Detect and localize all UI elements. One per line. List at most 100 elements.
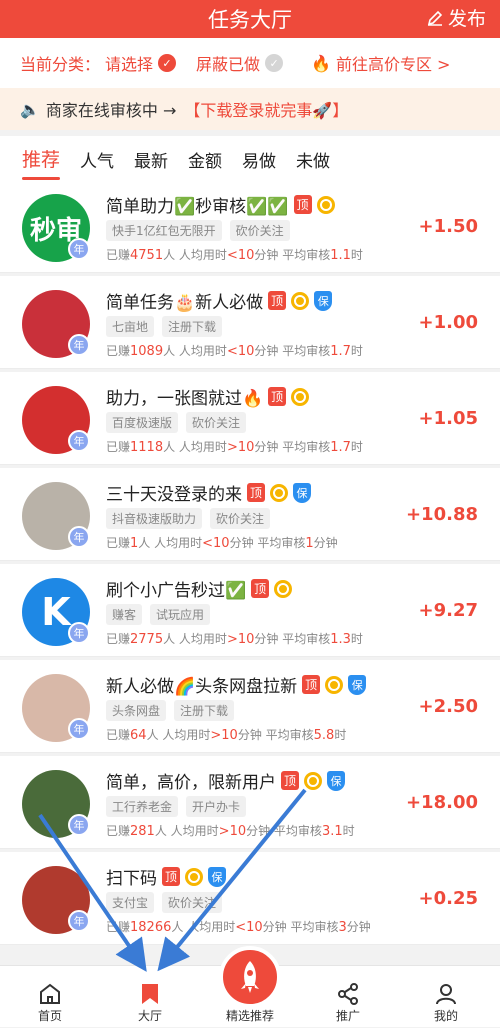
top-bar: 任务大厅 发布: [0, 0, 500, 38]
task-title-row: 简单任务🎂新人必做顶 保: [106, 288, 333, 313]
tab-easy[interactable]: 易做: [242, 147, 276, 180]
task-tag: 开户办卡: [186, 796, 247, 817]
premium-label: 前往高价专区 >: [335, 55, 451, 74]
task-tags: 头条网盘 注册下载: [106, 700, 235, 721]
task-stats: 已赚1118人 人均用时>10分钟 平均审核1.7时: [106, 440, 363, 455]
top-badge: 顶: [281, 771, 300, 790]
premium-zone-link[interactable]: 🔥 前往高价专区 >: [311, 51, 450, 75]
review-unit: 时: [350, 632, 363, 646]
task-price: +9.27: [418, 600, 479, 621]
year-badge-icon: 年: [68, 814, 90, 836]
notice-link[interactable]: 【下载登录就完事🚀】: [184, 97, 348, 121]
done-count: 281: [130, 824, 155, 839]
top-badge: 顶: [268, 291, 287, 310]
avg-time: <10: [226, 248, 255, 263]
task-tag: 砍价关注: [229, 220, 290, 241]
category-selector[interactable]: 当前分类： 请选择 ✓: [20, 51, 177, 75]
task-row[interactable]: 年简单，高价，限新用户顶保工行养老金 开户办卡 已赚281人 人均用时>10分钟 平…: [0, 756, 500, 849]
avg-time: >10: [226, 440, 255, 455]
check-icon: ✓: [265, 54, 284, 72]
avg-time: <10: [202, 536, 230, 551]
tab-popular[interactable]: 人气: [80, 147, 114, 180]
task-title: 三十天没登录的来: [106, 485, 242, 505]
task-title: 扫下码: [106, 869, 157, 889]
task-tag: 砍价关注: [162, 892, 223, 913]
hide-done-label: 屏蔽已做: [196, 55, 261, 74]
task-title-row: 简单，高价，限新用户顶 保: [106, 768, 346, 793]
category-tabs: 推荐 人气 最新 金额 易做 未做: [0, 136, 500, 180]
share-icon: [338, 983, 358, 1005]
tab-amount[interactable]: 金额: [188, 147, 222, 180]
task-tag: 支付宝: [106, 892, 155, 913]
task-stats: 已赚2775人 人均用时>10分钟 平均审核1.3时: [106, 632, 363, 647]
avatar-text: K: [41, 590, 71, 634]
shield-icon: 保: [293, 482, 312, 503]
task-stats: 已赚1089人 人均用时<10分钟 平均审核1.7时: [106, 344, 363, 359]
coin-icon: [291, 387, 310, 406]
year-badge-icon: 年: [68, 718, 90, 740]
tab-recommend[interactable]: 推荐: [22, 145, 61, 180]
shield-icon: 保: [348, 674, 367, 695]
publish-button[interactable]: 发布: [426, 4, 486, 31]
task-row[interactable]: 年简单任务🎂新人必做顶保七亩地 注册下载已赚1089人 人均用时<10分钟 平均审…: [0, 276, 500, 369]
task-row[interactable]: 年助力，一张图就过🔥 顶百度极速版 砍价关注 已赚1118人 人均用时>10分钟 平均…: [0, 372, 500, 465]
review-time: 1: [305, 536, 314, 551]
year-badge-icon: 年: [68, 910, 90, 932]
avg-time: >10: [210, 728, 238, 743]
nav-mine[interactable]: 我的: [396, 966, 496, 1028]
hide-done-toggle[interactable]: 屏蔽已做 ✓: [196, 51, 284, 75]
done-count: 2775: [130, 632, 164, 647]
edit-icon: [427, 10, 443, 26]
task-row[interactable]: 年扫下码顶保支付宝 砍价关注 已赚18266人 人均用时<10分钟 平均审核3分钟 +…: [0, 852, 500, 945]
tab-latest[interactable]: 最新: [134, 147, 168, 180]
review-unit: 时: [334, 728, 347, 742]
done-count: 4751: [130, 248, 164, 263]
task-title: 简单任务🎂新人必做: [106, 293, 264, 313]
tab-undone[interactable]: 未做: [296, 147, 330, 180]
done-count: 1089: [130, 344, 164, 359]
task-tag: 百度极速版: [106, 412, 179, 433]
publish-label: 发布: [447, 8, 486, 30]
nav-promote[interactable]: 推广: [298, 966, 398, 1028]
category-label: 当前分类：: [20, 55, 101, 74]
review-time: 3.1: [321, 824, 343, 839]
task-title: 新人必做🌈头条网盘拉新: [106, 677, 298, 697]
featured-rocket-button[interactable]: [219, 946, 281, 1008]
chevron-down-icon: ✓: [158, 54, 177, 72]
home-icon: [40, 983, 60, 1004]
review-time: 5.8: [313, 728, 335, 743]
task-row[interactable]: K 年刷个小广告秒过✅ 顶赚客 试玩应用 已赚2775人 人均用时>10分钟 平均审核1…: [0, 564, 500, 657]
coin-icon: [291, 291, 310, 310]
year-badge-icon: 年: [68, 238, 90, 260]
task-price: +10.88: [405, 504, 478, 525]
nav-promote-label: 推广: [335, 1009, 360, 1023]
review-unit: 分钟: [313, 536, 338, 550]
task-tags: 百度极速版 砍价关注: [106, 412, 247, 433]
nav-home[interactable]: 首页: [0, 966, 100, 1028]
task-title: 简单助力✅秒审核✅✅: [106, 197, 289, 217]
task-row[interactable]: 年三十天没登录的来顶保抖音极速版助力 砍价关注 已赚1人 人均用时<10分钟 平均审…: [0, 468, 500, 561]
review-unit: 时: [350, 344, 363, 358]
task-tag: 抖音极速版助力: [106, 508, 203, 529]
notice-text: 商家在线审核中 →: [45, 101, 177, 120]
task-tag: 砍价关注: [210, 508, 271, 529]
task-tag: 注册下载: [174, 700, 235, 721]
task-tags: 七亩地 注册下载: [106, 316, 223, 337]
task-stats: 已赚4751人 人均用时<10分钟 平均审核1.1时: [106, 248, 363, 263]
nav-hall[interactable]: 大厅: [100, 966, 200, 1028]
task-tag: 注册下载: [162, 316, 223, 337]
task-row[interactable]: 秒审年简单助力✅秒审核✅✅ 顶快手1亿红包无限开 砍价关注 已赚4751人 人均用时<…: [0, 180, 500, 273]
task-tags: 工行养老金 开户办卡: [106, 796, 247, 817]
avg-time: >10: [218, 824, 247, 839]
user-icon: [436, 984, 456, 1005]
task-title-row: 刷个小广告秒过✅ 顶: [106, 576, 293, 601]
notice-bar[interactable]: 🔈 商家在线审核中 → 【下载登录就完事🚀】: [0, 88, 500, 130]
task-price: +1.05: [418, 408, 479, 429]
task-tag: 工行养老金: [106, 796, 179, 817]
year-badge-icon: 年: [68, 334, 90, 356]
task-row[interactable]: 年新人必做🌈头条网盘拉新顶保头条网盘 注册下载 已赚64人 人均用时>10分钟 平均…: [0, 660, 500, 753]
task-tag: 快手1亿红包无限开: [106, 220, 222, 241]
shield-icon: 保: [327, 770, 346, 791]
filter-bar: 当前分类： 请选择 ✓ 屏蔽已做 ✓ 🔥 前往高价专区 >: [0, 38, 500, 88]
review-time: 1.7: [330, 440, 351, 455]
